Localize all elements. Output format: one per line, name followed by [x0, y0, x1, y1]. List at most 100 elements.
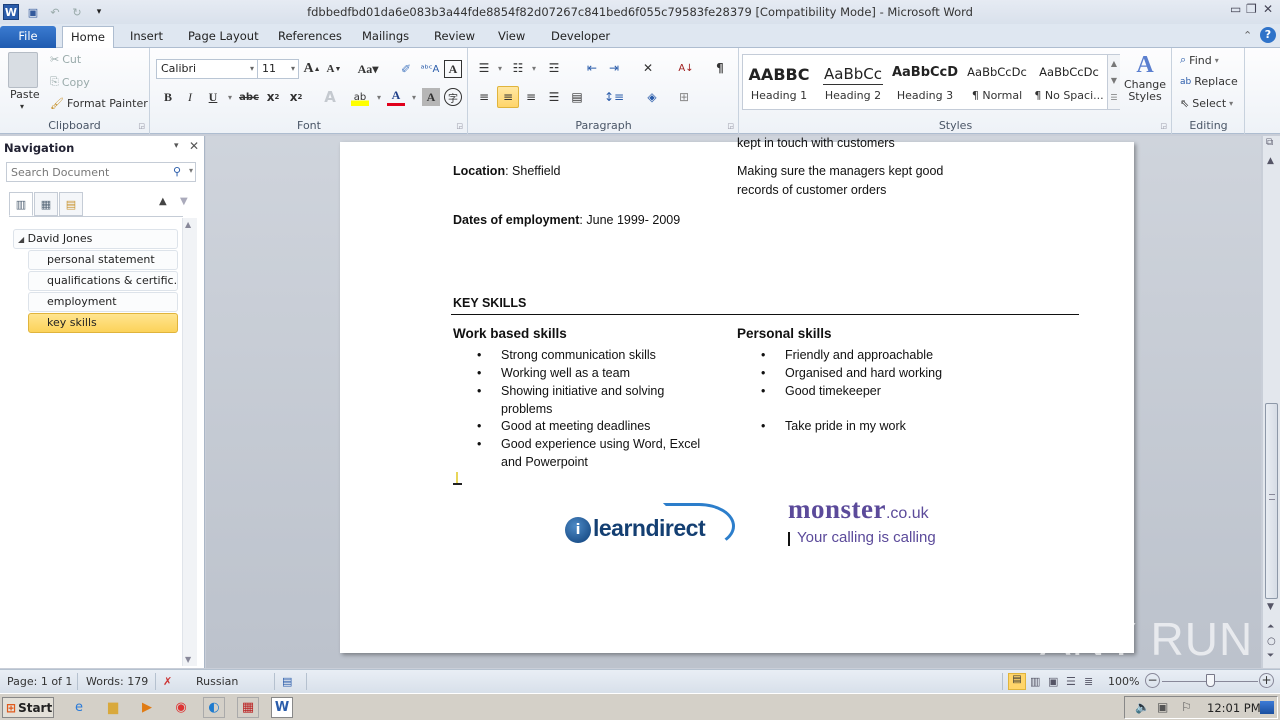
nav-item-qualifications[interactable]: qualifications & certific... — [28, 271, 178, 291]
numbering-dropdown-icon[interactable]: ▾ — [525, 59, 543, 77]
show-formatting-icon[interactable]: ¶ — [711, 59, 729, 77]
bullets-dropdown-icon[interactable]: ▾ — [491, 59, 509, 77]
align-right-icon[interactable]: ≡ — [522, 88, 540, 106]
close-button[interactable]: ✕ — [1263, 2, 1273, 16]
cut-button[interactable]: ✂ Cut — [50, 53, 81, 66]
zoom-in-button[interactable]: + — [1259, 673, 1274, 688]
tab-page-layout[interactable]: Page Layout — [182, 26, 265, 48]
document-page[interactable]: kept in touch with customers Location: S… — [340, 136, 1134, 653]
tab-headings[interactable]: ▥ — [9, 192, 33, 216]
justify-icon[interactable]: ☰ — [545, 88, 563, 106]
next-heading-icon[interactable]: ▼ — [180, 196, 188, 207]
style-heading-1[interactable]: AABBC Heading 1 — [743, 55, 815, 109]
dialog-launcher-icon[interactable]: ◲ — [1160, 122, 1167, 130]
copy-button[interactable]: ⎘ Copy — [50, 75, 90, 89]
paste-icon[interactable] — [8, 52, 38, 88]
dialog-launcher-icon[interactable]: ◲ — [456, 122, 463, 130]
character-border-icon[interactable]: A — [444, 60, 462, 78]
multilevel-list-icon[interactable]: ☲ — [545, 59, 563, 77]
word-count[interactable]: Words: 179 — [86, 675, 148, 688]
select-browse-object-icon[interactable]: ○ — [1267, 636, 1276, 647]
web-layout-icon[interactable]: ▣ — [1048, 675, 1058, 688]
print-layout-icon[interactable]: ▤ — [1008, 673, 1026, 690]
phonetic-guide-icon[interactable]: ᵃᵇᶜA — [421, 60, 440, 78]
format-painter-button[interactable]: 🖌 Format Painter — [50, 97, 148, 110]
tab-references[interactable]: References — [272, 26, 348, 48]
select-button[interactable]: ⇖ Select ▾ — [1180, 97, 1233, 110]
font-color-icon[interactable]: A — [387, 88, 405, 106]
font-color-dropdown-icon[interactable]: ▾ — [405, 88, 423, 106]
scroll-up-icon[interactable]: ▲ — [1267, 156, 1274, 166]
help-icon[interactable]: ? — [1260, 27, 1276, 43]
highlight-icon[interactable]: ab — [351, 88, 369, 106]
zoom-level[interactable]: 100% — [1108, 675, 1139, 688]
replace-button[interactable]: ab Replace — [1180, 75, 1238, 88]
strikethrough-icon[interactable]: abc — [238, 88, 260, 106]
superscript-icon[interactable]: x2 — [287, 88, 305, 106]
search-options-icon[interactable]: ▾ — [189, 166, 193, 175]
style-heading-2[interactable]: AaBbCc Heading 2 — [817, 55, 889, 109]
internet-explorer-icon[interactable]: e — [68, 697, 90, 718]
align-center-icon[interactable]: ≡ — [497, 86, 519, 108]
previous-page-icon[interactable]: ⏶ — [1267, 622, 1274, 632]
nav-item-personal-statement[interactable]: personal statement — [28, 250, 178, 270]
paste-button[interactable]: Paste — [10, 88, 40, 101]
nav-item-employment[interactable]: employment — [28, 292, 178, 312]
pane-options-icon[interactable]: ▾ — [174, 141, 179, 151]
zoom-out-button[interactable]: − — [1145, 673, 1160, 688]
font-size-combo[interactable]: 11 ▾ — [257, 59, 299, 79]
tab-insert[interactable]: Insert — [124, 26, 169, 48]
tab-view[interactable]: View — [492, 26, 531, 48]
ruler-toggle-icon[interactable]: ⧉ — [1266, 137, 1273, 148]
tab-file[interactable]: File — [0, 26, 56, 48]
tab-home[interactable]: Home — [62, 26, 114, 48]
media-player-icon[interactable]: ▶ — [136, 697, 158, 718]
text-effects-icon[interactable]: A — [321, 88, 339, 106]
close-pane-icon[interactable]: ✕ — [189, 139, 199, 153]
scroll-down-icon[interactable]: ▼ — [185, 655, 191, 664]
proofing-icon[interactable]: ✗ — [163, 675, 172, 688]
minimize-button[interactable]: ▭ — [1230, 2, 1241, 16]
language[interactable]: Russian — [196, 675, 238, 688]
tab-developer[interactable]: Developer — [545, 26, 616, 48]
grow-font-icon[interactable]: A ▲ — [303, 60, 321, 78]
edge-icon[interactable]: ◐ — [203, 697, 225, 718]
clock[interactable]: 12:01 PM — [1207, 701, 1261, 715]
tab-mailings[interactable]: Mailings — [356, 26, 415, 48]
change-styles-button[interactable]: A Change Styles — [1122, 52, 1168, 114]
scroll-thumb[interactable] — [1265, 403, 1278, 599]
network-icon[interactable]: ▣ — [1157, 700, 1168, 714]
change-case-icon[interactable]: Aa ▾ — [355, 60, 381, 78]
sort-icon[interactable]: A↓ — [677, 59, 695, 77]
styles-scroll[interactable]: ▲ ▼ ☰ — [1107, 55, 1120, 109]
collapse-triangle-icon[interactable]: ◢ — [18, 235, 24, 244]
paste-dropdown-icon[interactable]: ▾ — [20, 102, 24, 111]
nav-item-david-jones[interactable]: ◢ David Jones — [13, 229, 178, 249]
vertical-scrollbar[interactable]: ⧉ ▲ ▼ ⏶ ○ ⏷ — [1262, 136, 1280, 668]
volume-icon[interactable]: 🔈 — [1135, 700, 1150, 714]
minimize-ribbon-icon[interactable]: ⌃ — [1243, 29, 1252, 42]
search-document-input[interactable]: Search Document ⚲ ▾ — [6, 162, 196, 182]
shrink-font-icon[interactable]: A ▼ — [325, 60, 343, 78]
chrome-icon[interactable]: ◉ — [170, 697, 192, 718]
scroll-up-icon[interactable]: ▲ — [185, 220, 191, 229]
decrease-indent-icon[interactable]: ⇤ — [583, 59, 601, 77]
dialog-launcher-icon[interactable]: ◲ — [727, 122, 734, 130]
font-name-combo[interactable]: Calibri ▾ — [156, 59, 258, 79]
search-icon[interactable]: ⚲ — [173, 165, 181, 178]
zoom-slider-thumb[interactable] — [1206, 674, 1215, 687]
line-spacing-icon[interactable]: ↕≡ — [604, 88, 624, 106]
scroll-down-icon[interactable]: ▼ — [1267, 602, 1274, 612]
restore-button[interactable]: ❐ — [1246, 2, 1257, 16]
show-desktop-icon[interactable] — [1260, 701, 1274, 714]
style-heading-3[interactable]: AaBbCcD Heading 3 — [889, 55, 961, 109]
next-page-icon[interactable]: ⏷ — [1267, 651, 1274, 661]
outline-icon[interactable]: ☰ — [1066, 675, 1076, 688]
style-no-spacing[interactable]: AaBbCcDc ¶ No Spaci... — [1033, 55, 1105, 109]
subscript-icon[interactable]: x2 — [264, 88, 282, 106]
highlight-dropdown-icon[interactable]: ▾ — [370, 88, 388, 106]
previous-heading-icon[interactable]: ▲ — [159, 196, 167, 207]
italic-icon[interactable]: I — [181, 88, 199, 106]
enclose-characters-icon[interactable]: 字 — [444, 88, 462, 106]
word-taskbar-icon[interactable]: W — [271, 697, 293, 718]
